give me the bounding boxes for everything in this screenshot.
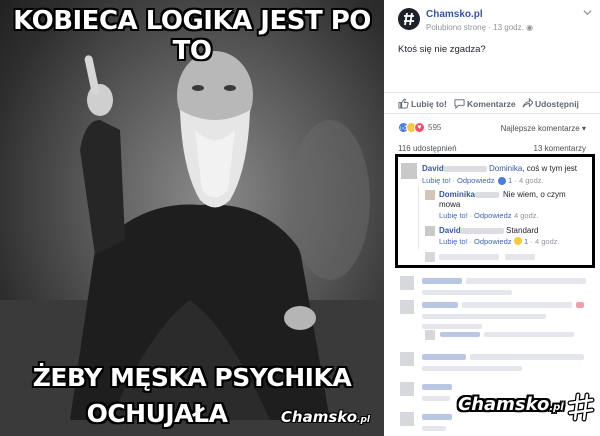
meme-top-caption: KOBIECA LOGIKA JEST PO TO: [13, 6, 371, 66]
hash-logo-icon: [567, 392, 595, 422]
site-watermark-name: Chamsko: [458, 394, 550, 415]
page-avatar[interactable]: [398, 8, 420, 30]
reaction-count: 595: [428, 123, 442, 132]
globe-icon: ◉: [523, 23, 534, 32]
site-watermark-suffix: .pl: [549, 402, 564, 413]
post-action-bar: Lubię to! Komentarze Udostępnij: [384, 92, 600, 114]
share-button[interactable]: Udostępnij: [522, 98, 579, 109]
like-button-label: Lubię to!: [411, 98, 447, 109]
chamsko-logo-icon: [404, 12, 414, 26]
comment-button-label: Komentarze: [467, 98, 516, 109]
like-button[interactable]: Lubię to!: [398, 98, 447, 109]
post-text: Ktoś się nie zgadza?: [398, 44, 486, 55]
meme-watermark-suffix: .pl: [357, 415, 370, 425]
meme-bottom-line-1: ŻEBY MĘSKA PSYCHIKA: [32, 363, 352, 392]
share-arrow-icon: [522, 98, 533, 108]
comment-bubble-icon: [454, 99, 465, 109]
love-reaction-icon: ♥: [414, 122, 425, 133]
chevron-down-icon: [583, 10, 592, 16]
reactions-summary[interactable]: 👍︎ ♥ 595: [398, 122, 441, 133]
comment-count: 13 komentarzy: [533, 144, 586, 153]
site-watermark: Chamsko.pl: [458, 394, 564, 415]
meme-watermark-name: Chamsko: [280, 408, 358, 426]
comment-sort-label: Najlepsze komentarze: [500, 124, 580, 133]
post-sidebar: Chamsko.pl Polubiono stronę · 13 godz. ◉…: [384, 0, 600, 436]
post-options-button[interactable]: [583, 8, 592, 20]
comment-sort-dropdown[interactable]: Najlepsze komentarze ▾: [501, 124, 586, 133]
thumbs-up-icon: [398, 98, 409, 109]
liked-page-label: Polubiono stronę: [426, 23, 487, 32]
comment-button[interactable]: Komentarze: [454, 98, 516, 109]
share-button-label: Udostępnij: [535, 98, 579, 109]
post-time-link[interactable]: 13 godz.: [493, 23, 524, 32]
caret-down-icon: ▾: [581, 124, 586, 133]
meme-watermark: Chamsko.pl: [281, 408, 370, 426]
meme-photo[interactable]: KOBIECA LOGIKA JEST PO TO ŻEBY MĘSKA PSY…: [0, 0, 384, 436]
page-name-link[interactable]: Chamsko.pl: [426, 9, 483, 20]
post-meta: Polubiono stronę · 13 godz. ◉: [426, 23, 533, 32]
share-count-link[interactable]: 116 udostępnień: [398, 144, 457, 153]
stats-bar: 116 udostępnień 13 komentarzy: [384, 144, 600, 156]
